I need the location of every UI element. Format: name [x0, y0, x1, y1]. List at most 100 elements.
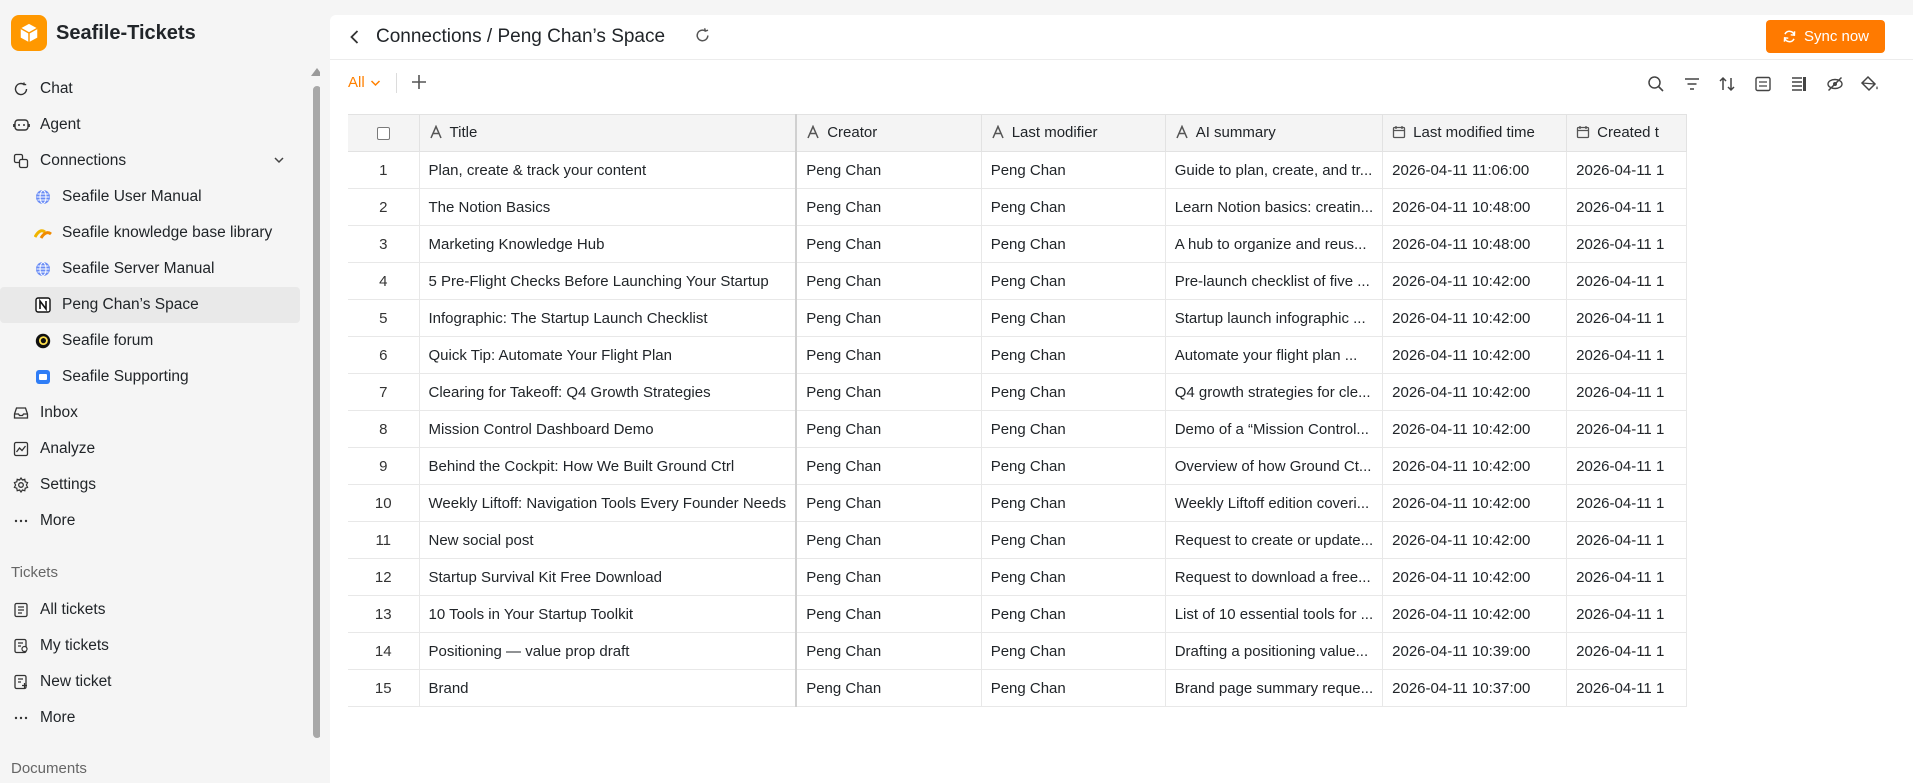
cell-creator[interactable]: Peng Chan [796, 521, 982, 559]
cell-last-modifier[interactable]: Peng Chan [981, 336, 1166, 374]
cell-ai-summary[interactable]: Q4 growth strategies for cle... [1165, 373, 1384, 411]
row-height-icon[interactable] [1790, 75, 1808, 98]
cell-last-modified-time[interactable]: 2026-04-11 10:42:00 [1382, 558, 1568, 596]
column-header-title[interactable]: Title [419, 114, 798, 152]
cell-title[interactable]: Marketing Knowledge Hub [419, 225, 798, 263]
table-row[interactable]: 5 Infographic: The Startup Launch Checkli… [348, 299, 1688, 337]
cell-title[interactable]: Weekly Liftoff: Navigation Tools Every F… [419, 484, 798, 522]
cell-last-modifier[interactable]: Peng Chan [981, 410, 1166, 448]
cell-last-modifier[interactable]: Peng Chan [981, 669, 1166, 707]
sidebar-item-more[interactable]: More [0, 503, 300, 539]
cell-title[interactable]: Positioning — value prop draft [419, 632, 798, 670]
cell-last-modified-time[interactable]: 2026-04-11 10:42:00 [1382, 521, 1568, 559]
scroll-up-arrow-icon[interactable] [311, 68, 320, 76]
cell-last-modified-time[interactable]: 2026-04-11 10:42:00 [1382, 373, 1568, 411]
cell-creator[interactable]: Peng Chan [796, 558, 982, 596]
table-row[interactable]: 13 10 Tools in Your Startup Toolkit Peng C… [348, 595, 1688, 633]
filter-icon[interactable] [1683, 75, 1701, 98]
chevron-down-icon[interactable] [272, 153, 286, 172]
cell-last-modified-time[interactable]: 2026-04-11 10:42:00 [1382, 299, 1568, 337]
cell-created-time[interactable]: 2026-04-11 1 [1566, 632, 1688, 670]
cell-ai-summary[interactable]: Learn Notion basics: creatin... [1165, 188, 1384, 226]
cell-ai-summary[interactable]: Pre-launch checklist of five ... [1165, 262, 1384, 300]
sidebar-item-seafile-user-manual[interactable]: Seafile User Manual [0, 179, 300, 215]
cell-creator[interactable]: Peng Chan [796, 188, 982, 226]
table-row[interactable]: 6 Quick Tip: Automate Your Flight Plan Pen… [348, 336, 1688, 374]
cell-creator[interactable]: Peng Chan [796, 225, 982, 263]
cell-created-time[interactable]: 2026-04-11 1 [1566, 225, 1688, 263]
table-row[interactable]: 2 The Notion Basics Peng Chan Peng Chan Lear… [348, 188, 1688, 226]
cell-ai-summary[interactable]: Request to download a free... [1165, 558, 1384, 596]
cell-creator[interactable]: Peng Chan [796, 669, 982, 707]
cell-title[interactable]: Mission Control Dashboard Demo [419, 410, 798, 448]
cell-last-modifier[interactable]: Peng Chan [981, 373, 1166, 411]
cell-created-time[interactable]: 2026-04-11 1 [1566, 521, 1688, 559]
cell-last-modifier[interactable]: Peng Chan [981, 595, 1166, 633]
cell-ai-summary[interactable]: Weekly Liftoff edition coveri... [1165, 484, 1384, 522]
cell-title[interactable]: Brand [419, 669, 798, 707]
cell-title[interactable]: The Notion Basics [419, 188, 798, 226]
cell-creator[interactable]: Peng Chan [796, 262, 982, 300]
sidebar-item-my-tickets[interactable]: My tickets [0, 628, 300, 664]
cell-created-time[interactable]: 2026-04-11 1 [1566, 595, 1688, 633]
cell-ai-summary[interactable]: A hub to organize and reus... [1165, 225, 1384, 263]
brand[interactable]: Seafile-Tickets [11, 15, 196, 51]
sidebar-item-agent[interactable]: Agent [0, 107, 300, 143]
cell-ai-summary[interactable]: Startup launch infographic ... [1165, 299, 1384, 337]
sidebar-item-inbox[interactable]: Inbox [0, 395, 300, 431]
table-row[interactable]: 9 Behind the Cockpit: How We Built Ground… [348, 447, 1688, 485]
cell-last-modifier[interactable]: Peng Chan [981, 262, 1166, 300]
sync-now-button[interactable]: Sync now [1766, 20, 1885, 53]
table-row[interactable]: 7 Clearing for Takeoff: Q4 Growth Strateg… [348, 373, 1688, 411]
table-row[interactable]: 12 Startup Survival Kit Free Download Peng… [348, 558, 1688, 596]
cell-creator[interactable]: Peng Chan [796, 595, 982, 633]
sidebar-item-settings[interactable]: Settings [0, 467, 300, 503]
cell-ai-summary[interactable]: Drafting a positioning value... [1165, 632, 1384, 670]
column-header-last-modifier[interactable]: Last modifier [981, 114, 1166, 152]
view-selector[interactable]: All [348, 74, 381, 91]
cell-last-modified-time[interactable]: 2026-04-11 10:48:00 [1382, 188, 1568, 226]
sidebar-item-seafile-knowledge-base[interactable]: Seafile knowledge base library [0, 215, 300, 251]
cell-last-modified-time[interactable]: 2026-04-11 10:42:00 [1382, 410, 1568, 448]
sidebar-item-analyze[interactable]: Analyze [0, 431, 300, 467]
cell-creator[interactable]: Peng Chan [796, 299, 982, 337]
cell-title[interactable]: 5 Pre-Flight Checks Before Launching You… [419, 262, 798, 300]
cell-last-modified-time[interactable]: 2026-04-11 11:06:00 [1382, 151, 1568, 189]
column-header-ai-summary[interactable]: AI summary [1165, 114, 1384, 152]
cell-last-modifier[interactable]: Peng Chan [981, 632, 1166, 670]
sidebar-scrollbar[interactable] [313, 86, 320, 738]
search-icon[interactable] [1647, 75, 1665, 98]
column-header-last-modified-time[interactable]: Last modified time [1382, 114, 1568, 152]
cell-created-time[interactable]: 2026-04-11 1 [1566, 410, 1688, 448]
cell-title[interactable]: Startup Survival Kit Free Download [419, 558, 798, 596]
cell-last-modifier[interactable]: Peng Chan [981, 299, 1166, 337]
column-header-creator[interactable]: Creator [796, 114, 982, 152]
sort-icon[interactable] [1718, 75, 1736, 98]
cell-ai-summary[interactable]: List of 10 essential tools for ... [1165, 595, 1384, 633]
cell-last-modifier[interactable]: Peng Chan [981, 521, 1166, 559]
cell-ai-summary[interactable]: Request to create or update... [1165, 521, 1384, 559]
table-row[interactable]: 14 Positioning — value prop draft Peng Cha… [348, 632, 1688, 670]
cell-creator[interactable]: Peng Chan [796, 151, 982, 189]
cell-last-modifier[interactable]: Peng Chan [981, 447, 1166, 485]
paint-bucket-icon[interactable] [1860, 75, 1880, 98]
cell-last-modified-time[interactable]: 2026-04-11 10:39:00 [1382, 632, 1568, 670]
add-view-icon[interactable] [410, 73, 428, 96]
cell-created-time[interactable]: 2026-04-11 1 [1566, 299, 1688, 337]
cell-title[interactable]: 10 Tools in Your Startup Toolkit [419, 595, 798, 633]
table-row[interactable]: 10 Weekly Liftoff: Navigation Tools Every… [348, 484, 1688, 522]
cell-created-time[interactable]: 2026-04-11 1 [1566, 336, 1688, 374]
select-all-checkbox[interactable] [376, 127, 390, 141]
cell-last-modified-time[interactable]: 2026-04-11 10:42:00 [1382, 595, 1568, 633]
cell-creator[interactable]: Peng Chan [796, 632, 982, 670]
sidebar-item-all-tickets[interactable]: All tickets [0, 592, 300, 628]
cell-last-modified-time[interactable]: 2026-04-11 10:42:00 [1382, 447, 1568, 485]
cell-last-modified-time[interactable]: 2026-04-11 10:42:00 [1382, 336, 1568, 374]
cell-ai-summary[interactable]: Brand page summary reque... [1165, 669, 1384, 707]
cell-creator[interactable]: Peng Chan [796, 410, 982, 448]
cell-created-time[interactable]: 2026-04-11 1 [1566, 669, 1688, 707]
sidebar-item-new-ticket[interactable]: New ticket [0, 664, 300, 700]
sidebar-item-chat[interactable]: Chat [0, 71, 300, 107]
table-row[interactable]: 8 Mission Control Dashboard Demo Peng Chan… [348, 410, 1688, 448]
sidebar-item-peng-chans-space[interactable]: Peng Chan’s Space [0, 287, 300, 323]
